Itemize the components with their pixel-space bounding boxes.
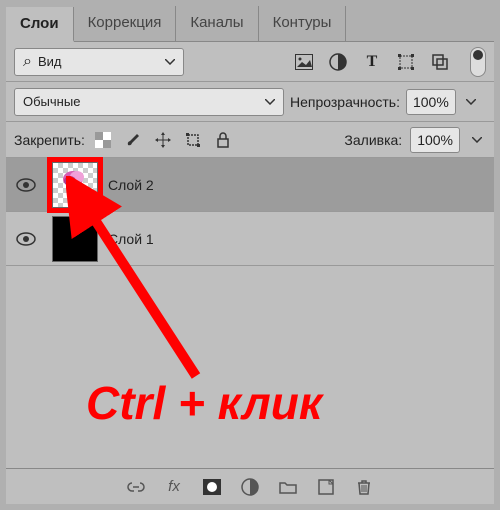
type-icon[interactable]: T xyxy=(362,52,382,72)
brush-icon[interactable] xyxy=(123,130,143,150)
layer-row[interactable]: Слой 2 xyxy=(6,158,494,212)
move-icon[interactable] xyxy=(153,130,173,150)
opacity-label: Непрозрачность: xyxy=(290,94,400,110)
panel-tabs: Слои Коррекция Каналы Контуры xyxy=(6,6,494,42)
view-dropdown-label: Вид xyxy=(38,54,62,69)
layers-list: Слой 2 Слой 1 xyxy=(6,158,494,266)
fill-field[interactable]: 100% xyxy=(410,127,460,153)
layers-panel: Слои Коррекция Каналы Контуры ⌕ Вид xyxy=(0,0,500,510)
toolbar-row-2: Обычные Непрозрачность: 100% xyxy=(6,82,494,122)
layer-row[interactable]: Слой 1 xyxy=(6,212,494,266)
fill-label: Заливка: xyxy=(344,132,402,148)
layer-name: Слой 1 xyxy=(108,231,154,247)
adjust-icon[interactable] xyxy=(328,52,348,72)
layer-name: Слой 2 xyxy=(108,177,154,193)
visibility-toggle[interactable] xyxy=(6,232,46,246)
lock-transparency-icon[interactable] xyxy=(93,130,113,150)
opacity-value: 100% xyxy=(407,94,455,110)
artboard-icon[interactable] xyxy=(430,52,450,72)
tab-paths[interactable]: Контуры xyxy=(259,6,347,41)
opacity-field[interactable]: 100% xyxy=(406,89,456,115)
filter-icons: T xyxy=(294,47,486,77)
lock-label: Закрепить: xyxy=(14,132,85,148)
tab-channels[interactable]: Каналы xyxy=(176,6,258,41)
filter-toggle[interactable] xyxy=(470,47,486,77)
lock-row: Закрепить: Заливка: xyxy=(6,122,494,158)
tab-adjustments[interactable]: Коррекция xyxy=(74,6,177,41)
blend-mode-dropdown[interactable]: Обычные xyxy=(14,88,284,116)
layer-thumbnail[interactable] xyxy=(52,216,98,262)
lock-icons xyxy=(93,130,233,150)
new-layer-icon[interactable] xyxy=(316,477,336,497)
fill-value: 100% xyxy=(411,132,459,148)
blend-mode-label: Обычные xyxy=(23,94,80,109)
adjustment-icon[interactable] xyxy=(240,477,260,497)
layer-thumbnail[interactable] xyxy=(52,162,98,208)
crop-icon[interactable] xyxy=(183,130,203,150)
search-icon: ⌕ xyxy=(23,53,32,71)
link-icon[interactable] xyxy=(126,477,146,497)
toolbar-row-1: ⌕ Вид T xyxy=(6,42,494,82)
chevron-down-icon xyxy=(265,99,275,105)
opacity-dropdown[interactable] xyxy=(462,99,480,105)
group-icon[interactable] xyxy=(278,477,298,497)
chevron-down-icon xyxy=(165,59,175,65)
transform-icon[interactable] xyxy=(396,52,416,72)
mask-icon[interactable] xyxy=(202,477,222,497)
trash-icon[interactable] xyxy=(354,477,374,497)
tab-layers[interactable]: Слои xyxy=(6,7,74,42)
fill-dropdown[interactable] xyxy=(468,137,486,143)
lock-icon[interactable] xyxy=(213,130,233,150)
fx-icon[interactable]: fx xyxy=(164,477,184,497)
image-icon[interactable] xyxy=(294,52,314,72)
visibility-toggle[interactable] xyxy=(6,178,46,192)
view-dropdown[interactable]: ⌕ Вид xyxy=(14,48,184,76)
bottom-toolbar: fx xyxy=(6,468,494,504)
